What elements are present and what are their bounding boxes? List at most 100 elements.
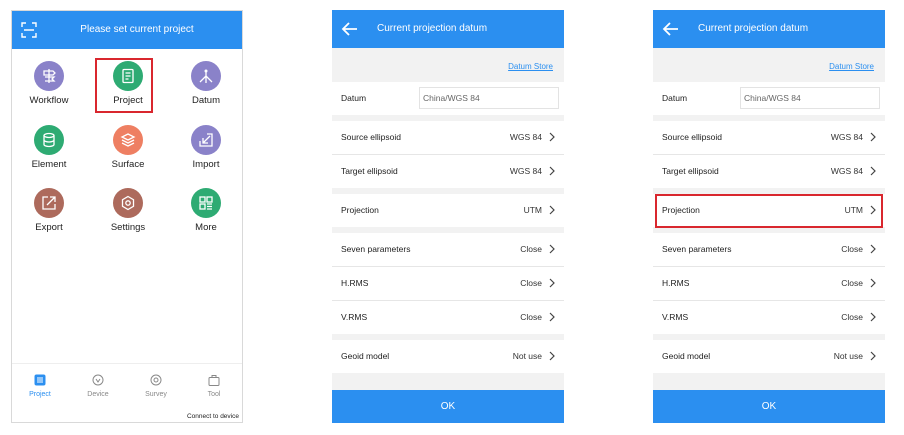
grid-label: More — [195, 222, 217, 233]
nav-label: Tool — [207, 391, 221, 398]
chevron-right-icon — [870, 278, 876, 288]
settings-item[interactable]: Settings — [93, 188, 163, 248]
back-arrow-icon[interactable] — [662, 20, 680, 38]
datum-store-link[interactable]: Datum Store — [829, 62, 874, 71]
nav-tool[interactable]: Tool — [194, 374, 234, 398]
row-value: Close — [841, 278, 863, 288]
ok-button[interactable]: OK — [332, 390, 564, 423]
datum-store-link[interactable]: Datum Store — [508, 62, 553, 71]
workflow-item[interactable]: Workflow — [14, 61, 84, 121]
chevron-right-icon — [549, 132, 555, 142]
row-value: WGS 84 — [509, 166, 542, 176]
row-label: Projection — [341, 205, 379, 215]
target-icon — [150, 374, 162, 386]
row-value: WGS 84 — [830, 166, 863, 176]
list-row[interactable]: Target ellipsoid WGS 84 — [332, 155, 564, 188]
chevron-right-icon — [549, 312, 555, 322]
row-label: V.RMS — [341, 312, 368, 322]
import-item[interactable]: Import — [171, 125, 241, 185]
device-icon — [92, 374, 104, 386]
gear-icon — [113, 188, 143, 218]
list-row[interactable]: Seven parameters Close — [332, 233, 564, 266]
bottom-navigation: Project Device Survey Tool Connect to de… — [12, 363, 242, 422]
import-icon — [191, 125, 221, 155]
connect-device-link[interactable]: Connect to device — [187, 413, 239, 420]
ok-button[interactable]: OK — [653, 390, 885, 423]
nav-project[interactable]: Project — [20, 374, 60, 398]
element-item[interactable]: Element — [14, 125, 84, 185]
row-label: Geoid model — [341, 351, 390, 361]
list-row[interactable]: Seven parameters Close — [653, 233, 885, 266]
chevron-right-icon — [870, 351, 876, 361]
row-value: Not use — [833, 351, 863, 361]
datum-item[interactable]: Datum — [171, 61, 241, 121]
row-value: Close — [520, 244, 542, 254]
datum-header: Current projection datum — [653, 10, 885, 48]
nav-survey[interactable]: Survey — [136, 374, 176, 398]
tripod-icon — [191, 61, 221, 91]
chevron-right-icon — [549, 351, 555, 361]
export-item[interactable]: Export — [14, 188, 84, 248]
home-title: Please set current project — [80, 24, 194, 35]
grid-label: Workflow — [29, 95, 69, 106]
list-row[interactable]: Source ellipsoid WGS 84 — [332, 121, 564, 154]
row-label: Target ellipsoid — [662, 166, 719, 176]
grid-label: Element — [31, 159, 67, 170]
bag-icon — [208, 375, 220, 386]
list-row[interactable]: H.RMS Close — [332, 267, 564, 300]
export-icon — [34, 188, 64, 218]
nav-label: Survey — [145, 391, 167, 398]
chevron-right-icon — [870, 132, 876, 142]
list-row[interactable]: Source ellipsoid WGS 84 — [653, 121, 885, 154]
grid-label: Surface — [111, 159, 145, 170]
row-value: Close — [520, 278, 542, 288]
row-label: Source ellipsoid — [662, 132, 723, 142]
chevron-right-icon — [870, 312, 876, 322]
row-label: Seven parameters — [341, 244, 411, 254]
list-row[interactable]: Target ellipsoid WGS 84 — [653, 155, 885, 188]
back-arrow-icon[interactable] — [341, 20, 359, 38]
datum-header: Current projection datum — [332, 10, 564, 48]
grid-icon — [191, 188, 221, 218]
list-row[interactable]: H.RMS Close — [653, 267, 885, 300]
list-row[interactable]: V.RMS Close — [332, 301, 564, 334]
row-label: Source ellipsoid — [341, 132, 402, 142]
list-row[interactable]: Projection UTM — [332, 194, 564, 227]
datum-title: Current projection datum — [377, 23, 488, 34]
row-label: Datum — [662, 93, 688, 103]
list-row[interactable]: Geoid model Not use — [653, 340, 885, 373]
list-icon — [34, 374, 46, 386]
more-item[interactable]: More — [171, 188, 241, 248]
grid-label: Export — [35, 222, 63, 233]
datum-screen: Current projection datum Datum Store Dat… — [332, 10, 564, 423]
row-label: Datum — [341, 93, 367, 103]
list-row[interactable]: V.RMS Close — [653, 301, 885, 334]
nav-device[interactable]: Device — [78, 374, 118, 398]
row-label: H.RMS — [662, 278, 690, 288]
signpost-icon — [34, 61, 64, 91]
database-icon — [34, 125, 64, 155]
nav-label: Project — [29, 391, 51, 398]
chevron-right-icon — [549, 278, 555, 288]
row-value: UTM — [523, 205, 542, 215]
datum-input[interactable]: China/WGS 84 — [419, 87, 559, 109]
grid-label: Datum — [192, 95, 220, 106]
surface-item[interactable]: Surface — [93, 125, 163, 185]
chevron-right-icon — [870, 244, 876, 254]
chevron-right-icon — [549, 166, 555, 176]
list-row[interactable]: Geoid model Not use — [332, 340, 564, 373]
datum-title: Current projection datum — [698, 23, 809, 34]
highlight-box-projection — [655, 194, 883, 228]
grid-label: Import — [192, 159, 220, 170]
row-label: Target ellipsoid — [341, 166, 398, 176]
row-label: V.RMS — [662, 312, 689, 322]
row-value: Close — [841, 244, 863, 254]
datum-input[interactable]: China/WGS 84 — [740, 87, 880, 109]
datum-row: Datum China/WGS 84 — [653, 82, 885, 115]
chevron-right-icon — [549, 205, 555, 215]
grid-label: Settings — [110, 222, 146, 233]
row-value: WGS 84 — [830, 132, 863, 142]
datum-screen-highlighted: Current projection datum Datum Store Dat… — [653, 10, 885, 423]
row-label: Seven parameters — [662, 244, 732, 254]
row-value: Not use — [512, 351, 542, 361]
